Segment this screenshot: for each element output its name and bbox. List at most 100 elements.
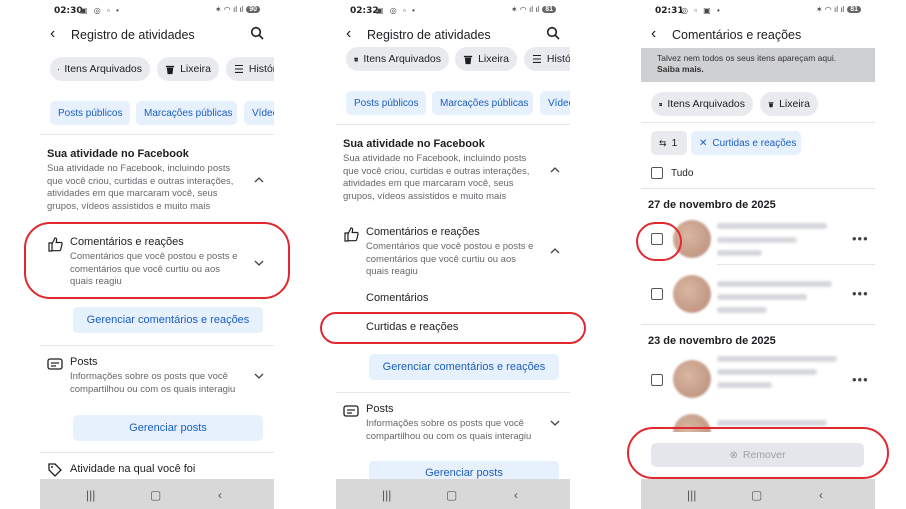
chevron-down-icon[interactable] bbox=[254, 258, 264, 268]
tab-label: Posts públicos bbox=[354, 97, 419, 109]
tab-public-posts[interactable]: Posts públicos bbox=[346, 91, 426, 115]
divider bbox=[336, 392, 570, 393]
more-options-icon[interactable]: ••• bbox=[852, 286, 869, 301]
app-bar: ‹ Registro de atividades bbox=[40, 22, 274, 48]
chevron-down-icon[interactable] bbox=[254, 371, 264, 381]
posts-description: Informações sobre os posts que você comp… bbox=[70, 371, 236, 395]
search-icon[interactable] bbox=[546, 26, 560, 40]
remove-button[interactable]: ⊗ Remover bbox=[651, 443, 864, 467]
chip-archived-items[interactable]: Itens Arquivados bbox=[651, 92, 753, 116]
blurred-text bbox=[717, 281, 832, 287]
system-nav-bar: ||| ▢ ‹ bbox=[336, 479, 570, 509]
blurred-text bbox=[717, 369, 817, 375]
avatar bbox=[673, 220, 711, 258]
filter-count-chip[interactable]: ⇆ 1 bbox=[651, 131, 687, 155]
posts-title[interactable]: Posts bbox=[366, 403, 394, 415]
recent-apps-icon[interactable]: ||| bbox=[382, 488, 391, 502]
manage-comments-button[interactable]: Gerenciar comentários e reações bbox=[73, 307, 263, 333]
home-icon[interactable]: ▢ bbox=[150, 488, 161, 502]
recent-apps-icon[interactable]: ||| bbox=[687, 488, 696, 502]
home-icon[interactable]: ▢ bbox=[446, 488, 457, 502]
submenu-likes-reactions[interactable]: Curtidas e reações bbox=[366, 321, 458, 333]
select-all-checkbox[interactable] bbox=[651, 167, 663, 179]
date-heading: 27 de novembro de 2025 bbox=[648, 199, 776, 211]
item-checkbox[interactable] bbox=[651, 233, 663, 245]
chip-archived-items[interactable]: Itens Arquivados bbox=[50, 57, 150, 81]
tab-public-posts[interactable]: Posts públicos bbox=[50, 101, 130, 125]
remove-icon: ⊗ bbox=[729, 449, 738, 461]
page-title: Registro de atividades bbox=[367, 28, 491, 42]
status-time: 02:31 bbox=[655, 6, 684, 16]
status-time: 02:32 bbox=[350, 6, 379, 16]
filter-count: 1 bbox=[671, 137, 678, 149]
nav-back-icon[interactable]: ‹ bbox=[218, 488, 222, 502]
divider bbox=[641, 324, 875, 325]
close-icon[interactable]: ✕ bbox=[699, 138, 707, 149]
tab-videos[interactable]: Vídeos bbox=[244, 101, 274, 125]
chevron-down-icon[interactable] bbox=[550, 418, 560, 428]
chevron-up-icon[interactable] bbox=[550, 165, 560, 175]
blurred-text bbox=[717, 420, 827, 426]
tab-videos[interactable]: Vídeos bbox=[540, 91, 570, 115]
nav-back-icon[interactable]: ‹ bbox=[819, 488, 823, 502]
blurred-text bbox=[717, 237, 797, 243]
item-checkbox[interactable] bbox=[651, 288, 663, 300]
divider bbox=[641, 122, 875, 123]
tagged-activity-title[interactable]: Atividade na qual você foi bbox=[70, 463, 195, 475]
thumbs-up-icon bbox=[344, 227, 359, 242]
home-icon[interactable]: ▢ bbox=[751, 488, 762, 502]
chevron-up-icon[interactable] bbox=[550, 246, 560, 256]
more-options-icon[interactable]: ••• bbox=[852, 372, 869, 387]
tab-public-tags[interactable]: Marcações públicas bbox=[136, 101, 237, 125]
divider bbox=[40, 452, 274, 453]
filter-sliders-icon: ⇆ bbox=[659, 137, 667, 148]
search-icon[interactable] bbox=[250, 26, 264, 40]
phone-screen-comments-reactions: 02:31 ◎ ▫ ▣ • ✶ ◠ ıl ıl 81 ‹ Comentários… bbox=[641, 0, 875, 509]
tab-public-tags[interactable]: Marcações públicas bbox=[432, 91, 533, 115]
chip-history[interactable]: ☰ Histórico bbox=[226, 57, 274, 81]
chevron-up-icon[interactable] bbox=[254, 175, 264, 185]
page-title: Registro de atividades bbox=[71, 28, 195, 42]
item-checkbox[interactable] bbox=[651, 374, 663, 386]
chip-archived-items[interactable]: Itens Arquivados bbox=[346, 47, 449, 71]
chip-history[interactable]: ☰ Histórico bbox=[524, 47, 570, 71]
back-arrow-icon[interactable]: ‹ bbox=[50, 25, 55, 43]
manage-posts-button[interactable]: Gerenciar posts bbox=[369, 461, 559, 479]
status-time: 02:30 bbox=[54, 6, 83, 16]
tab-label: Marcações públicas bbox=[440, 97, 529, 109]
status-right-icons: ✶ ◠ ıl ıl 81 bbox=[511, 5, 556, 14]
tab-label: Posts públicos bbox=[58, 107, 123, 119]
chip-label: Lixeira bbox=[180, 63, 211, 75]
filter-likes-reactions-chip[interactable]: ✕ Curtidas e reações bbox=[691, 131, 801, 155]
battery-badge: 81 bbox=[542, 6, 556, 13]
chip-label: Itens Arquivados bbox=[363, 53, 441, 65]
recent-apps-icon[interactable]: ||| bbox=[86, 488, 95, 502]
status-notification-icons: ▣ ◎ ▫ • bbox=[376, 6, 417, 15]
tab-label: Vídeos bbox=[548, 97, 570, 109]
blurred-text bbox=[717, 382, 772, 388]
chip-trash[interactable]: Lixeira bbox=[760, 92, 818, 116]
tab-label: Marcações públicas bbox=[144, 107, 233, 119]
manage-posts-button[interactable]: Gerenciar posts bbox=[73, 415, 263, 441]
comments-reactions-title[interactable]: Comentários e reações bbox=[366, 226, 480, 238]
notice-text: Talvez nem todos os seus itens apareçam … bbox=[657, 53, 837, 63]
blurred-text bbox=[717, 356, 837, 362]
chip-trash[interactable]: Lixeira bbox=[455, 47, 517, 71]
battery-badge: 81 bbox=[847, 6, 861, 13]
comments-reactions-title[interactable]: Comentários e reações bbox=[70, 236, 184, 248]
learn-more-link[interactable]: Saiba mais. bbox=[657, 64, 704, 74]
chip-trash[interactable]: Lixeira bbox=[157, 57, 219, 81]
back-arrow-icon[interactable]: ‹ bbox=[651, 25, 656, 43]
submenu-comments[interactable]: Comentários bbox=[366, 292, 428, 304]
manage-comments-button[interactable]: Gerenciar comentários e reações bbox=[369, 354, 559, 380]
status-bar: 02:31 ◎ ▫ ▣ • ✶ ◠ ıl ıl 81 bbox=[641, 0, 875, 22]
back-arrow-icon[interactable]: ‹ bbox=[346, 25, 351, 43]
select-all-label: Tudo bbox=[671, 168, 694, 179]
trash-icon bbox=[165, 65, 175, 74]
nav-back-icon[interactable]: ‹ bbox=[514, 488, 518, 502]
chip-label: Itens Arquivados bbox=[667, 98, 745, 110]
posts-title[interactable]: Posts bbox=[70, 356, 98, 368]
tab-label: Vídeos bbox=[252, 107, 274, 119]
chip-label: Lixeira bbox=[478, 53, 509, 65]
more-options-icon[interactable]: ••• bbox=[852, 231, 869, 246]
